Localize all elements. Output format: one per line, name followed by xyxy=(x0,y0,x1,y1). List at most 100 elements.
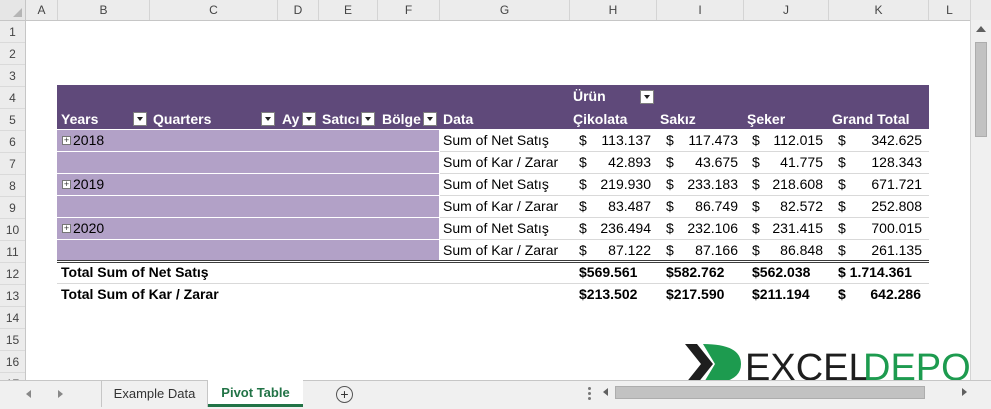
value-cell-cikolata[interactable]: 236.494 xyxy=(581,220,651,236)
value-cell-total[interactable]: 671.721 xyxy=(852,176,922,192)
row-divider xyxy=(440,173,929,174)
total-kar-zarar-currency: $ xyxy=(838,286,846,302)
column-header-h[interactable]: H xyxy=(570,0,657,20)
column-header-i[interactable]: I xyxy=(657,0,744,20)
value-cell-cikolata[interactable]: 83.487 xyxy=(581,198,651,214)
row-header[interactable]: 13 xyxy=(0,285,25,307)
value-cell-sakiz[interactable]: 87.166 xyxy=(668,242,738,258)
prev-sheet-icon[interactable] xyxy=(26,390,31,398)
add-sheet-button[interactable]: + xyxy=(336,386,353,403)
value-cell-seker[interactable]: 86.848 xyxy=(753,242,823,258)
row-header[interactable]: 3 xyxy=(0,65,25,87)
row-header[interactable]: 17 xyxy=(0,373,25,380)
row-divider xyxy=(440,239,929,240)
value-cell-total[interactable]: 342.625 xyxy=(852,132,922,148)
row-header[interactable]: 12 xyxy=(0,263,25,285)
total-net-satis-grand-total: $ 1.714.361 xyxy=(838,264,912,280)
vertical-scroll-thumb[interactable] xyxy=(975,42,987,137)
column-header-c[interactable]: C xyxy=(150,0,278,20)
quarters-filter-dropdown[interactable] xyxy=(261,112,275,126)
value-cell-cikolata[interactable]: 87.122 xyxy=(581,242,651,258)
row-header[interactable]: 14 xyxy=(0,307,25,329)
column-header-b[interactable]: B xyxy=(58,0,150,20)
column-header-k[interactable]: K xyxy=(829,0,929,20)
row-header[interactable]: 7 xyxy=(0,153,25,175)
satici-filter-dropdown[interactable] xyxy=(361,112,375,126)
satici-field-label: Satıcı xyxy=(322,111,360,127)
year-label: 2020 xyxy=(73,220,105,236)
value-cell-total[interactable]: 128.343 xyxy=(852,154,922,170)
scroll-right-icon[interactable] xyxy=(962,388,967,396)
measure-label: Sum of Kar / Zarar xyxy=(443,154,559,170)
value-cell-sakiz[interactable]: 117.473 xyxy=(668,132,738,148)
total-kar-zarar-seker: $211.194 xyxy=(752,286,810,302)
value-cell-sakiz[interactable]: 232.106 xyxy=(668,220,738,236)
row-header[interactable]: 11 xyxy=(0,241,25,263)
row-header[interactable]: 4 xyxy=(0,87,25,109)
grand-total-column-header: Grand Total xyxy=(832,111,910,127)
select-all-corner[interactable] xyxy=(0,0,26,20)
value-cell-sakiz[interactable]: 43.675 xyxy=(668,154,738,170)
value-cell-total[interactable]: 261.135 xyxy=(852,242,922,258)
horizontal-scroll-thumb[interactable] xyxy=(615,386,925,399)
years-field-label: Years xyxy=(61,111,99,127)
sheet-tab-example-data[interactable]: Example Data xyxy=(101,381,208,407)
product-field-label: Ürün xyxy=(573,88,606,104)
value-cell-cikolata[interactable]: 219.930 xyxy=(581,176,651,192)
value-cell-cikolata[interactable]: 42.893 xyxy=(581,154,651,170)
row-header[interactable]: 9 xyxy=(0,197,25,219)
total-kar-zarar-grand-total: 642.286 xyxy=(870,286,921,302)
value-cell-sakiz[interactable]: 233.183 xyxy=(668,176,738,192)
value-cell-seker[interactable]: 82.572 xyxy=(753,198,823,214)
sheet-tab-pivot-table[interactable]: Pivot Table xyxy=(208,380,303,407)
column-header-e[interactable]: E xyxy=(319,0,378,20)
column-header-l[interactable]: L xyxy=(929,0,971,20)
row-band xyxy=(57,240,439,261)
row-header[interactable]: 6 xyxy=(0,131,25,153)
row-header[interactable]: 15 xyxy=(0,329,25,351)
column-header-j[interactable]: J xyxy=(744,0,829,20)
bolge-filter-dropdown[interactable] xyxy=(423,112,437,126)
currency-symbol: $ xyxy=(838,154,846,170)
next-sheet-icon[interactable] xyxy=(58,390,63,398)
row-header[interactable]: 8 xyxy=(0,175,25,197)
value-cell-seker[interactable]: 218.608 xyxy=(753,176,823,192)
expand-year-icon[interactable]: + xyxy=(62,224,71,233)
value-cell-total[interactable]: 252.808 xyxy=(852,198,922,214)
column-header-f[interactable]: F xyxy=(378,0,440,20)
ay-filter-dropdown[interactable] xyxy=(302,112,316,126)
expand-year-icon[interactable]: + xyxy=(62,180,71,189)
currency-symbol: $ xyxy=(838,220,846,236)
scroll-up-icon[interactable] xyxy=(976,26,986,32)
vertical-scrollbar[interactable] xyxy=(970,20,991,380)
column-header-a[interactable]: A xyxy=(26,0,58,20)
row-header[interactable]: 2 xyxy=(0,43,25,65)
row-header[interactable]: 10 xyxy=(0,219,25,241)
select-all-triangle xyxy=(13,8,22,17)
sakiz-column-header: Sakız xyxy=(660,111,696,127)
value-cell-sakiz[interactable]: 86.749 xyxy=(668,198,738,214)
value-cell-seker[interactable]: 41.775 xyxy=(753,154,823,170)
tabs-resize-handle[interactable] xyxy=(588,387,592,401)
column-header-g[interactable]: G xyxy=(440,0,570,20)
value-cell-total[interactable]: 700.015 xyxy=(852,220,922,236)
seker-column-header: Şeker xyxy=(747,111,786,127)
years-filter-dropdown[interactable] xyxy=(133,112,147,126)
scroll-left-icon[interactable] xyxy=(603,388,608,396)
currency-symbol: $ xyxy=(838,198,846,214)
row-header[interactable]: 1 xyxy=(0,21,25,43)
totals-double-border xyxy=(57,260,929,263)
year-label: 2019 xyxy=(73,176,105,192)
expand-year-icon[interactable]: + xyxy=(62,136,71,145)
column-header-d[interactable]: D xyxy=(278,0,319,20)
row-header[interactable]: 16 xyxy=(0,351,25,373)
row-divider xyxy=(440,217,929,218)
row-header[interactable]: 5 xyxy=(0,109,25,131)
row-band xyxy=(57,152,439,173)
currency-symbol: $ xyxy=(838,176,846,192)
value-cell-seker[interactable]: 231.415 xyxy=(753,220,823,236)
measure-label: Sum of Net Satış xyxy=(443,220,549,236)
product-filter-dropdown[interactable] xyxy=(640,90,654,104)
value-cell-seker[interactable]: 112.015 xyxy=(753,132,823,148)
value-cell-cikolata[interactable]: 113.137 xyxy=(581,132,651,148)
